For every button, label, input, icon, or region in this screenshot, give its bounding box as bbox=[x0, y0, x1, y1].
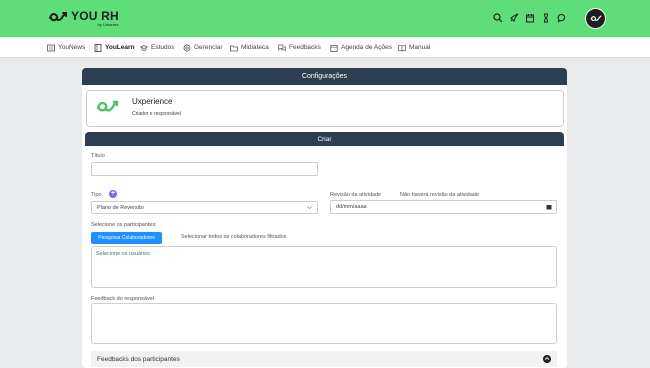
rocket-icon[interactable] bbox=[508, 12, 520, 24]
chat-icon[interactable] bbox=[556, 12, 568, 24]
top-bar: YOU RH by Umantec bbox=[0, 0, 650, 37]
nav-label: Feedbacks bbox=[289, 44, 321, 51]
feedback-label: Feedback do responsável bbox=[91, 296, 154, 302]
add-tipo-icon[interactable]: + bbox=[109, 190, 117, 198]
nav-item-younews[interactable]: YouNews bbox=[47, 37, 85, 58]
nav-item-midiateca[interactable]: Midiateca bbox=[230, 37, 269, 58]
create-title: Criar bbox=[85, 132, 564, 146]
calendar-icon bbox=[330, 44, 338, 52]
nav-label: Agenda de Ações bbox=[341, 44, 392, 51]
chevron-down-icon bbox=[307, 206, 312, 209]
avatar-logo-icon bbox=[590, 15, 601, 22]
usuarios-placeholder: Selecione os usuários bbox=[96, 251, 150, 257]
logo[interactable]: YOU RH by Umantec bbox=[48, 10, 119, 27]
titulo-label: Título bbox=[91, 153, 105, 159]
search-icon[interactable] bbox=[492, 12, 504, 24]
main-nav: YouNews YouLearn Estudos Gerenciar Midia… bbox=[0, 37, 650, 58]
nav-item-feedbacks[interactable]: Feedbacks bbox=[278, 37, 321, 58]
titulo-input[interactable] bbox=[91, 162, 318, 176]
nav-item-agenda[interactable]: Agenda de Ações bbox=[330, 37, 392, 58]
nav-item-gerenciar[interactable]: Gerenciar bbox=[183, 37, 223, 58]
user-avatar[interactable] bbox=[585, 8, 606, 29]
brand-name: YOU RH bbox=[71, 9, 119, 23]
accordion-label: Feedbacks dos participantes bbox=[97, 355, 180, 363]
nav-label: YouLearn bbox=[105, 44, 135, 51]
calendar-icon[interactable] bbox=[524, 12, 536, 24]
revisao-date-input[interactable]: dd/mm/aaaa bbox=[330, 200, 557, 214]
nav-item-youlearn[interactable]: YouLearn bbox=[94, 37, 135, 58]
open-book-icon bbox=[398, 44, 406, 51]
revisao-label: Revisão da atividade bbox=[330, 192, 382, 198]
calendar-picker-icon[interactable] bbox=[546, 204, 552, 210]
usuarios-select[interactable]: Selecione os usuários bbox=[91, 246, 557, 288]
participantes-label: Selecione os participantes: bbox=[91, 222, 157, 228]
nav-label: YouNews bbox=[58, 44, 86, 51]
feedback-textarea[interactable] bbox=[91, 303, 557, 344]
create-form: Criar Título Tipo + Plano de Reversão Re… bbox=[85, 132, 564, 368]
arrow-up-circle-icon[interactable] bbox=[543, 355, 551, 363]
logo-mark-icon bbox=[49, 12, 67, 22]
panel-title: Configurações bbox=[82, 68, 567, 85]
top-icons bbox=[492, 12, 568, 24]
configuracoes-panel: Configurações Uxperience Criador e respo… bbox=[82, 68, 567, 368]
nav-label: Manual bbox=[409, 44, 431, 51]
selecionar-todos-link[interactable]: Selecionar todos os colaboradores filtra… bbox=[181, 234, 286, 240]
tipo-selected: Plano de Reversão bbox=[97, 204, 144, 211]
card-title: Uxperience bbox=[132, 97, 173, 106]
date-placeholder: dd/mm/aaaa bbox=[336, 204, 367, 210]
nav-label: Gerenciar bbox=[194, 44, 223, 51]
nav-item-manual[interactable]: Manual bbox=[398, 37, 430, 58]
nav-item-estudos[interactable]: Estudos bbox=[140, 37, 175, 58]
folder-icon bbox=[230, 45, 238, 51]
book-icon bbox=[94, 43, 102, 52]
card-subtitle: Criador e responsável bbox=[132, 111, 181, 117]
newspaper-icon bbox=[47, 44, 55, 51]
nav-label: Midiateca bbox=[241, 44, 269, 51]
nav-label: Estudos bbox=[151, 44, 175, 51]
settings-icon bbox=[183, 44, 191, 51]
tipo-label: Tipo bbox=[91, 192, 102, 198]
uxperience-card: Uxperience Criador e responsável bbox=[86, 90, 564, 127]
comments-icon bbox=[278, 44, 286, 51]
tipo-select[interactable]: Plano de Reversão bbox=[91, 201, 318, 214]
hourglass-icon[interactable] bbox=[540, 12, 552, 24]
uxperience-logo-icon bbox=[96, 100, 119, 112]
brand-sub: by Umantec bbox=[97, 22, 119, 27]
pesquisar-colaboradores-button[interactable]: Pesquisar Colaboradores bbox=[91, 232, 162, 244]
graduation-cap-icon bbox=[140, 44, 148, 51]
revisao-note: Não haverá revisão da atividade bbox=[400, 192, 479, 198]
